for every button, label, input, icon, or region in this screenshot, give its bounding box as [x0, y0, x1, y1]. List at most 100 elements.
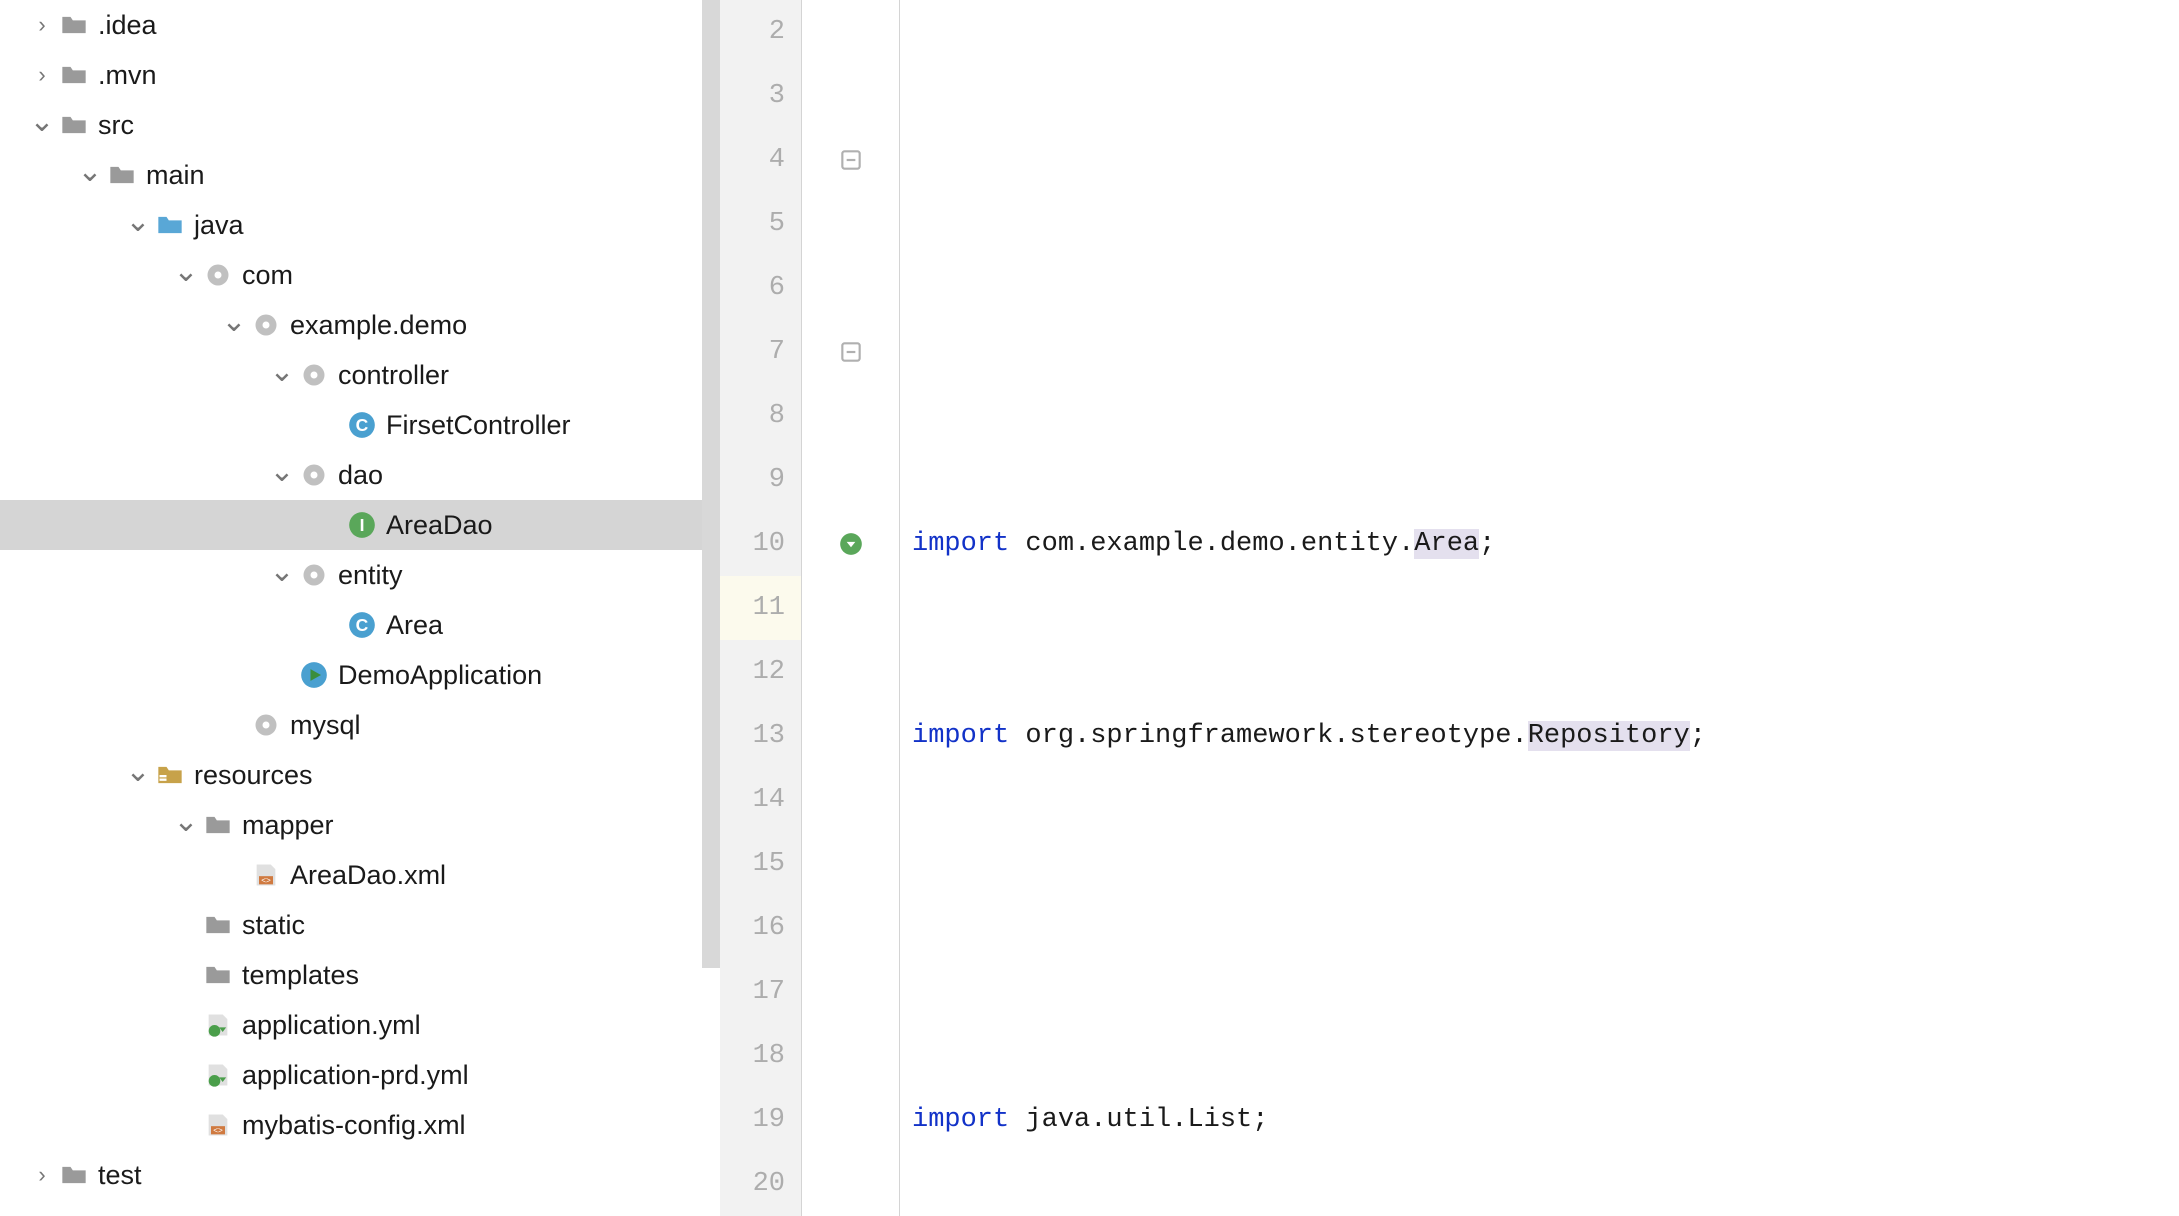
chevron-down-icon[interactable]: ⌄	[168, 254, 204, 289]
line-number[interactable]: 6	[720, 256, 801, 320]
folder-icon	[108, 161, 136, 189]
tree-item-label: mysql	[290, 710, 361, 741]
chevron-right-icon[interactable]: ›	[24, 1212, 60, 1216]
tree-item-label: AreaDao	[386, 510, 493, 541]
line-number-gutter[interactable]: 234567891011121314151617181920	[720, 0, 802, 1216]
tree-item-firsetcontroller[interactable]: FirsetController	[0, 400, 720, 450]
line-number[interactable]: 11	[720, 576, 801, 640]
interface-icon	[348, 511, 376, 539]
tree-item-entity[interactable]: ⌄ entity	[0, 550, 720, 600]
fold-region-start-icon[interactable]	[812, 128, 890, 192]
folder-icon	[204, 911, 232, 939]
line-number[interactable]: 17	[720, 960, 801, 1024]
tree-item-label: .mvn	[98, 60, 157, 91]
folder-icon	[60, 61, 88, 89]
line-number[interactable]: 3	[720, 64, 801, 128]
tree-item-application-yml[interactable]: application.yml	[0, 1000, 720, 1050]
tree-scrollbar[interactable]	[702, 0, 720, 1216]
chevron-down-icon[interactable]: ⌄	[264, 454, 300, 489]
line-number[interactable]: 7	[720, 320, 801, 384]
tree-item-label: dao	[338, 460, 383, 491]
package-icon	[300, 461, 328, 489]
tree-item-mysql[interactable]: mysql	[0, 700, 720, 750]
tree-item-static[interactable]: static	[0, 900, 720, 950]
chevron-down-icon[interactable]: ⌄	[120, 204, 156, 239]
line-number[interactable]: 18	[720, 1024, 801, 1088]
tree-item-example-demo[interactable]: ⌄ example.demo	[0, 300, 720, 350]
tree-item-java[interactable]: ⌄java	[0, 200, 720, 250]
tree-item-src[interactable]: ⌄ src	[0, 100, 720, 150]
line-number[interactable]: 16	[720, 896, 801, 960]
chevron-right-icon[interactable]: ›	[24, 1162, 60, 1188]
tree-item-label: AreaDao.xml	[290, 860, 446, 891]
folder-icon	[60, 1161, 88, 1189]
code-line	[900, 128, 2179, 192]
tree-item-label: src	[98, 110, 134, 141]
folder-orange-icon	[60, 1211, 88, 1216]
code-editor[interactable]: import com.example.demo.entity.Area; imp…	[900, 0, 2179, 1216]
folder-icon	[204, 811, 232, 839]
tree-item-templates[interactable]: templates	[0, 950, 720, 1000]
tree-item-label: target	[98, 1210, 167, 1216]
fold-region-start-icon[interactable]	[812, 320, 890, 384]
chevron-right-icon[interactable]: ›	[24, 62, 60, 88]
implements-gutter-icon[interactable]	[812, 512, 890, 576]
line-number[interactable]: 12	[720, 640, 801, 704]
marker-gutter[interactable]	[802, 0, 900, 1216]
tree-item-controller[interactable]: ⌄ controller	[0, 350, 720, 400]
yml-icon	[204, 1061, 232, 1089]
project-tree-panel[interactable]: ›.idea›.mvn⌄src⌄main⌄java⌄com⌄example.de…	[0, 0, 720, 1216]
line-number[interactable]: 10	[720, 512, 801, 576]
chevron-down-icon[interactable]: ⌄	[216, 304, 252, 339]
tree-item-area[interactable]: Area	[0, 600, 720, 650]
tree-item-dao[interactable]: ⌄ dao	[0, 450, 720, 500]
line-number[interactable]: 15	[720, 832, 801, 896]
tree-item-application-prd-yml[interactable]: application-prd.yml	[0, 1050, 720, 1100]
class-icon	[348, 411, 376, 439]
line-number[interactable]: 2	[720, 0, 801, 64]
chevron-down-icon[interactable]: ⌄	[264, 354, 300, 389]
tree-item-areadao-xml[interactable]: AreaDao.xml	[0, 850, 720, 900]
line-number[interactable]: 5	[720, 192, 801, 256]
code-body: import com.example.demo.entity.Area; imp…	[900, 0, 2179, 1216]
tree-item-label: example.demo	[290, 310, 467, 341]
ide-root: ›.idea›.mvn⌄src⌄main⌄java⌄com⌄example.de…	[0, 0, 2179, 1216]
tree-item-mybatis-config-xml[interactable]: mybatis-config.xml	[0, 1100, 720, 1150]
code-line: import com.example.demo.entity.Area;	[900, 512, 2179, 576]
tree-item-demoapplication[interactable]: DemoApplication	[0, 650, 720, 700]
line-number[interactable]: 9	[720, 448, 801, 512]
tree-scrollbar-thumb[interactable]	[702, 0, 720, 968]
line-number[interactable]: 8	[720, 384, 801, 448]
chevron-down-icon[interactable]: ⌄	[264, 554, 300, 589]
code-line: import org.springframework.stereotype.Re…	[900, 704, 2179, 768]
tree-item-label: controller	[338, 360, 449, 391]
tree-item--mvn[interactable]: › .mvn	[0, 50, 720, 100]
tree-item-main[interactable]: ⌄main	[0, 150, 720, 200]
tree-item-label: entity	[338, 560, 403, 591]
code-line: import java.util.List;	[900, 1088, 2179, 1152]
chevron-down-icon[interactable]: ⌄	[72, 154, 108, 189]
tree-item-label: application.yml	[242, 1010, 421, 1041]
xml-icon	[204, 1111, 232, 1139]
package-icon	[252, 311, 280, 339]
tree-item-test[interactable]: › test	[0, 1150, 720, 1200]
tree-item-target[interactable]: › target	[0, 1200, 720, 1216]
chevron-down-icon[interactable]: ⌄	[24, 104, 60, 139]
folder-icon	[204, 961, 232, 989]
code-line	[900, 896, 2179, 960]
line-number[interactable]: 13	[720, 704, 801, 768]
chevron-down-icon[interactable]: ⌄	[120, 754, 156, 789]
line-number[interactable]: 19	[720, 1088, 801, 1152]
tree-item-resources[interactable]: ⌄resources	[0, 750, 720, 800]
tree-item--idea[interactable]: ›.idea	[0, 0, 720, 50]
tree-item-areadao[interactable]: AreaDao	[0, 500, 720, 550]
chevron-down-icon[interactable]: ⌄	[168, 804, 204, 839]
tree-item-com[interactable]: ⌄com	[0, 250, 720, 300]
run-class-icon	[300, 661, 328, 689]
line-number[interactable]: 20	[720, 1152, 801, 1216]
line-number[interactable]: 4	[720, 128, 801, 192]
tree-item-label: test	[98, 1160, 142, 1191]
chevron-right-icon[interactable]: ›	[24, 12, 60, 38]
tree-item-mapper[interactable]: ⌄mapper	[0, 800, 720, 850]
line-number[interactable]: 14	[720, 768, 801, 832]
